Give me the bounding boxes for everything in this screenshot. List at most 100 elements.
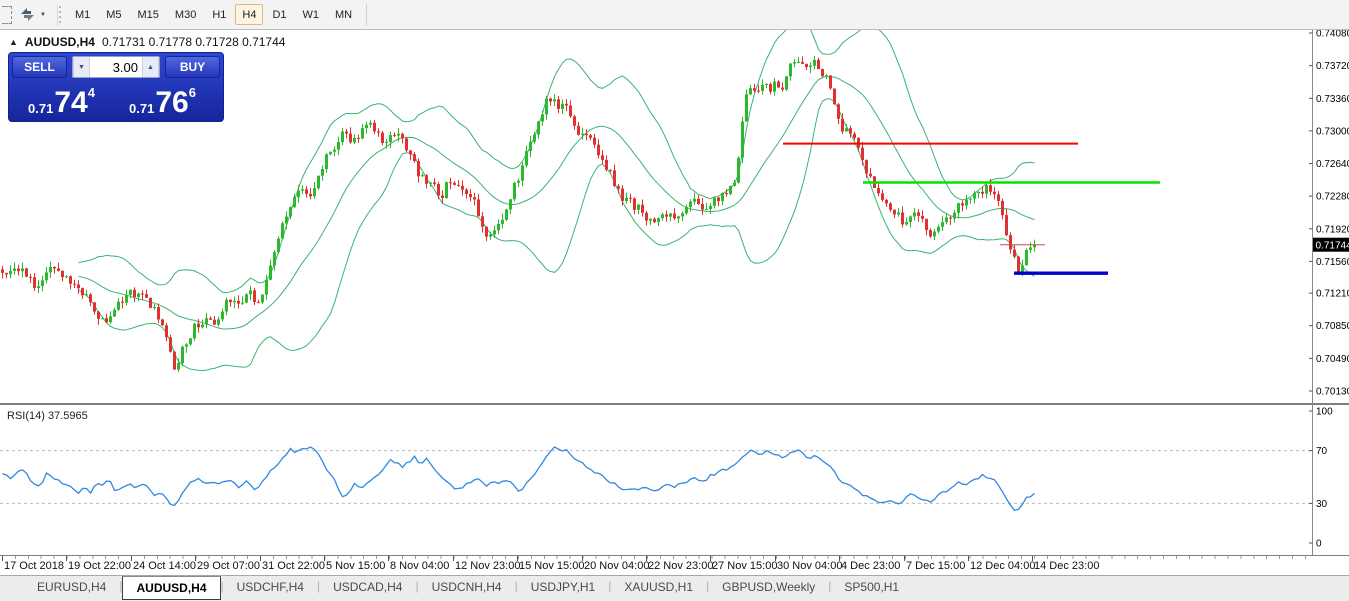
- price-axis-label: 0.72640: [1316, 159, 1349, 170]
- sell-price-display[interactable]: 0.71744: [12, 81, 111, 118]
- price-axis-label: 0.70850: [1316, 321, 1349, 332]
- tile-windows-button[interactable]: ▼: [12, 7, 53, 22]
- timeframe-button-w1[interactable]: W1: [296, 4, 327, 25]
- rsi-axis-label: 0: [1316, 539, 1322, 550]
- time-axis-label: 30 Nov 04:00: [777, 560, 842, 572]
- chart-tab-usdcad-h4[interactable]: USDCAD,H4: [320, 576, 415, 597]
- time-axis-tick: [66, 556, 67, 561]
- rsi-axis-label: 30: [1316, 499, 1328, 510]
- price-axis-label: 0.73720: [1316, 61, 1349, 72]
- rsi-axis-label: 70: [1316, 446, 1328, 457]
- time-axis-label: 14 Dec 23:00: [1034, 560, 1099, 572]
- time-axis-tick: [2, 556, 3, 561]
- sell-price-pip: 4: [88, 85, 95, 100]
- rsi-chart-svg[interactable]: 100 70 30 0: [0, 405, 1349, 555]
- volume-input[interactable]: [90, 57, 142, 77]
- clipped-toolbar-icon: [2, 6, 12, 24]
- time-axis-label: 20 Nov 04:00: [584, 560, 649, 572]
- sell-price-prefix: 0.71: [28, 102, 53, 115]
- buy-button[interactable]: BUY: [165, 56, 220, 78]
- time-axis-tick: [1032, 556, 1033, 561]
- timeframe-button-m5[interactable]: M5: [99, 4, 128, 25]
- current-price-tag: 0.71744: [1313, 238, 1349, 252]
- time-axis-label: 8 Nov 04:00: [390, 560, 449, 572]
- time-axis-label: 29 Oct 07:00: [197, 560, 260, 572]
- buy-price-prefix: 0.71: [129, 102, 154, 115]
- chart-tab-sp500-h1[interactable]: SP500,H1: [831, 576, 912, 597]
- timeframe-button-m30[interactable]: M30: [168, 4, 203, 25]
- buy-price-display[interactable]: 0.71766: [113, 81, 212, 118]
- time-axis-tick: [195, 556, 196, 561]
- time-axis-label: 31 Oct 22:00: [262, 560, 325, 572]
- volume-stepper: ▼ ▲: [72, 56, 160, 78]
- price-axis-label: 0.70130: [1316, 387, 1349, 398]
- time-axis-tick: [517, 556, 518, 561]
- buy-price-pip: 6: [189, 85, 196, 100]
- rsi-axis-label: 100: [1316, 407, 1333, 418]
- time-axis-tick: [453, 556, 454, 561]
- price-axis-label: 0.74080: [1316, 30, 1349, 40]
- time-axis-tick: [582, 556, 583, 561]
- timeframe-button-m15[interactable]: M15: [131, 4, 166, 25]
- price-axis-label: 0.72280: [1316, 192, 1349, 203]
- time-axis-label: 22 Nov 23:00: [648, 560, 713, 572]
- chevron-down-icon[interactable]: ▼: [40, 12, 46, 18]
- time-axis-tick: [839, 556, 840, 561]
- volume-decrease-button[interactable]: ▼: [73, 57, 90, 77]
- timeframe-button-h4[interactable]: H4: [235, 4, 263, 25]
- chart-tab-audusd-h4[interactable]: AUDUSD,H4: [122, 576, 220, 600]
- time-axis-label: 12 Nov 23:00: [455, 560, 520, 572]
- one-click-trading-panel: SELL ▼ ▲ BUY 0.71744 0.71766: [8, 52, 224, 122]
- chart-tab-usdcnh-h4[interactable]: USDCNH,H4: [419, 576, 515, 597]
- chart-area: 0.74080 0.73720 0.73360 0.73000 0.72640 0.722…: [0, 30, 1349, 601]
- time-axis-tick: [904, 556, 905, 561]
- time-axis-tick: [388, 556, 389, 561]
- time-axis-label: 17 Oct 2018: [4, 560, 64, 572]
- rsi-indicator-label: RSI(14) 37.5965: [7, 410, 88, 422]
- collapse-one-click-icon[interactable]: ▲: [9, 37, 18, 47]
- timeframe-button-d1[interactable]: D1: [265, 4, 293, 25]
- time-axis-tick: [775, 556, 776, 561]
- timeframe-button-m1[interactable]: M1: [68, 4, 97, 25]
- time-axis-label: 24 Oct 14:00: [133, 560, 196, 572]
- time-axis-tick: [968, 556, 969, 561]
- volume-increase-button[interactable]: ▲: [142, 57, 159, 77]
- price-axis-label: 0.70490: [1316, 354, 1349, 365]
- price-axis-label: 0.71210: [1316, 289, 1349, 300]
- chart-tab-gbpusd-weekly[interactable]: GBPUSD,Weekly: [709, 576, 828, 597]
- price-axis-label: 0.71560: [1316, 257, 1349, 268]
- chart-tab-usdchf-h4[interactable]: USDCHF,H4: [224, 576, 317, 597]
- timeframe-button-h1[interactable]: H1: [205, 4, 233, 25]
- chart-tab-xauusd-h1[interactable]: XAUUSD,H1: [611, 576, 706, 597]
- time-axis-label: 5 Nov 15:00: [326, 560, 385, 572]
- sell-button[interactable]: SELL: [12, 56, 67, 78]
- top-toolbar: ▼ M1M5M15M30H1H4D1W1MN: [0, 0, 1349, 30]
- svg-text:0.71744: 0.71744: [1316, 241, 1349, 252]
- time-axis-tick: [131, 556, 132, 561]
- price-axis-label: 0.73360: [1316, 94, 1349, 105]
- time-axis-tick: [324, 556, 325, 561]
- time-axis-label: 19 Oct 22:00: [68, 560, 131, 572]
- rsi-indicator-pane[interactable]: 100 70 30 0 RSI(14) 37.5965: [0, 403, 1349, 555]
- chart-tabs-bar: EURUSD,H4|AUDUSD,H4|USDCHF,H4|USDCAD,H4|…: [0, 575, 1349, 601]
- chart-ohlc-values: 0.71731 0.71778 0.71728 0.71744: [102, 35, 286, 49]
- sell-price-main: 74: [54, 91, 87, 115]
- chart-tab-eurusd-h4[interactable]: EURUSD,H4: [24, 576, 119, 597]
- time-axis-tick: [260, 556, 261, 561]
- buy-price-main: 76: [155, 91, 188, 115]
- main-price-pane[interactable]: 0.74080 0.73720 0.73360 0.73000 0.72640 0.722…: [0, 30, 1349, 403]
- time-axis-label: 27 Nov 15:00: [712, 560, 777, 572]
- price-axis-label: 0.73000: [1316, 126, 1349, 137]
- time-axis-label: 4 Dec 23:00: [841, 560, 900, 572]
- chart-symbol-label: AUDUSD,H4: [25, 35, 95, 49]
- time-axis-label: 15 Nov 15:00: [519, 560, 584, 572]
- timeframe-button-mn[interactable]: MN: [328, 4, 359, 25]
- chart-title: ▲ AUDUSD,H4 0.71731 0.71778 0.71728 0.71…: [9, 35, 285, 49]
- price-axis-label: 0.71920: [1316, 224, 1349, 235]
- timeframe-button-group: M1M5M15M30H1H4D1W1MN: [67, 4, 360, 25]
- time-axis[interactable]: 17 Oct 2018 19 Oct 22:0024 Oct 14:0029 Oc…: [0, 555, 1349, 575]
- toolbar-separator: [366, 4, 367, 26]
- time-axis-label: 7 Dec 15:00: [906, 560, 965, 572]
- chart-tab-usdjpy-h1[interactable]: USDJPY,H1: [518, 576, 608, 597]
- rsi-line: [3, 447, 1035, 510]
